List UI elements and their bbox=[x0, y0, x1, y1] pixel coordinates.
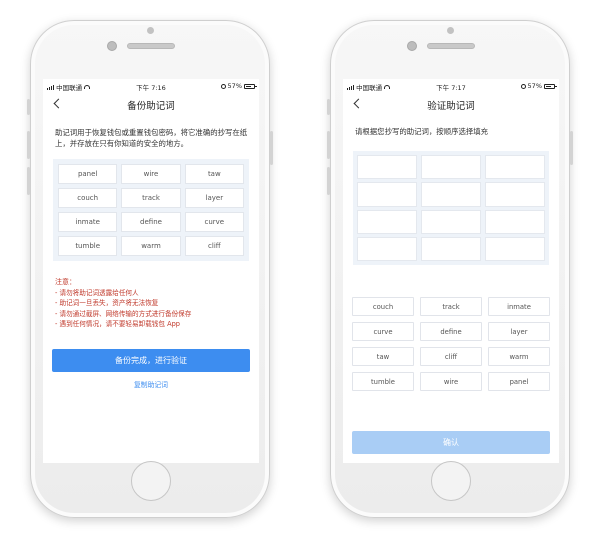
mnemonic-word: warm bbox=[121, 236, 181, 256]
warning-notice: 注意： - 请勿将助记词透露给任何人 - 助记词一旦丢失，资产将无法恢复 - 请… bbox=[55, 277, 249, 329]
word-slot[interactable] bbox=[421, 182, 481, 207]
word-slot[interactable] bbox=[421, 155, 481, 180]
word-choice-button[interactable]: curve bbox=[352, 322, 414, 341]
word-choice-grid: couch track inmate curve define layer ta… bbox=[352, 297, 550, 391]
battery-percent: 57% bbox=[227, 82, 242, 90]
volume-up-button bbox=[327, 131, 330, 159]
word-slot[interactable] bbox=[357, 155, 417, 180]
volume-down-button bbox=[27, 167, 30, 195]
mute-switch bbox=[27, 99, 30, 115]
word-slot[interactable] bbox=[357, 182, 417, 207]
copy-mnemonic-link[interactable]: 复制助记词 bbox=[43, 379, 259, 389]
word-choice-button[interactable]: taw bbox=[352, 347, 414, 366]
earpiece-icon bbox=[427, 43, 475, 49]
word-choice-button[interactable]: track bbox=[420, 297, 482, 316]
battery-percent: 57% bbox=[527, 82, 542, 90]
power-button bbox=[570, 131, 573, 165]
verify-screen: 中国联通 下午 7:17 57% 验证助记词 请根据您抄写的助记词，按顺序选择填… bbox=[343, 79, 559, 463]
word-choice-button[interactable]: panel bbox=[488, 372, 550, 391]
word-slot[interactable] bbox=[485, 155, 545, 180]
verify-instruction-text: 请根据您抄写的助记词，按顺序选择填充 bbox=[355, 127, 489, 136]
word-choice-button[interactable]: tumble bbox=[352, 372, 414, 391]
mnemonic-word: couch bbox=[58, 188, 118, 208]
word-slot[interactable] bbox=[421, 236, 481, 261]
mnemonic-word: cliff bbox=[184, 236, 244, 256]
word-slot[interactable] bbox=[357, 209, 417, 234]
mnemonic-word: layer bbox=[184, 188, 244, 208]
status-battery: 57% bbox=[520, 82, 557, 90]
mnemonic-word: wire bbox=[121, 164, 181, 184]
word-choice-button[interactable]: cliff bbox=[420, 347, 482, 366]
page-title: 备份助记词 bbox=[127, 101, 175, 112]
earpiece-icon bbox=[127, 43, 175, 49]
volume-down-button bbox=[327, 167, 330, 195]
notice-line: - 遇到任何情况，请不要轻易卸载钱包 App bbox=[55, 319, 180, 328]
word-slot[interactable] bbox=[421, 209, 481, 234]
status-bar: 中国联通 下午 7:16 57% bbox=[43, 79, 259, 93]
alarm-icon bbox=[520, 83, 526, 89]
battery-icon bbox=[244, 83, 257, 89]
mnemonic-word: inmate bbox=[58, 212, 118, 232]
mnemonic-word: tumble bbox=[58, 236, 118, 256]
home-button bbox=[431, 461, 471, 501]
power-button bbox=[270, 131, 273, 165]
selected-words-slot-grid bbox=[353, 151, 549, 265]
notice-title: 注意： bbox=[55, 278, 76, 286]
notice-line: - 请勿将助记词透露给任何人 bbox=[55, 289, 139, 298]
backup-done-verify-button[interactable]: 备份完成，进行验证 bbox=[52, 349, 250, 373]
notice-line: - 请勿通过截屏、网络传输的方式进行备份保存 bbox=[55, 309, 192, 318]
mnemonic-word: define bbox=[121, 212, 181, 232]
word-choice-button[interactable]: inmate bbox=[488, 297, 550, 316]
nav-bar: 验证助记词 bbox=[343, 93, 559, 115]
nav-bar: 备份助记词 bbox=[43, 93, 259, 115]
page-title: 验证助记词 bbox=[427, 101, 475, 112]
front-camera-icon bbox=[107, 41, 117, 51]
mute-switch bbox=[327, 99, 330, 115]
word-choice-button[interactable]: define bbox=[420, 322, 482, 341]
word-slot[interactable] bbox=[485, 236, 545, 261]
mnemonic-word-grid: panel wire taw couch track layer inmate … bbox=[53, 159, 249, 261]
mnemonic-word: track bbox=[121, 188, 181, 208]
word-choice-button[interactable]: wire bbox=[420, 372, 482, 391]
word-choice-button[interactable]: warm bbox=[488, 347, 550, 366]
mnemonic-word: curve bbox=[184, 212, 244, 232]
backup-screen: 中国联通 下午 7:16 57% 备份助记词 助记词用于恢复钱包或重置钱包密码，… bbox=[43, 79, 259, 463]
sensor-icon bbox=[147, 27, 154, 34]
word-choice-button[interactable]: couch bbox=[352, 297, 414, 316]
mnemonic-word: taw bbox=[184, 164, 244, 184]
front-camera-icon bbox=[407, 41, 417, 51]
status-bar: 中国联通 下午 7:17 57% bbox=[343, 79, 559, 93]
word-slot[interactable] bbox=[485, 209, 545, 234]
backup-intro-text: 助记词用于恢复钱包或重置钱包密码，将它准确的抄写在纸上，并存放在只有你知道的安全… bbox=[55, 128, 248, 148]
battery-icon bbox=[544, 83, 557, 89]
mnemonic-word: panel bbox=[58, 164, 118, 184]
notice-line: - 助记词一旦丢失，资产将无法恢复 bbox=[55, 299, 159, 308]
confirm-button[interactable]: 确认 bbox=[352, 431, 550, 454]
word-slot[interactable] bbox=[357, 236, 417, 261]
status-battery: 57% bbox=[220, 82, 257, 90]
sensor-icon bbox=[447, 27, 454, 34]
word-slot[interactable] bbox=[485, 182, 545, 207]
phone-frame-verify: 中国联通 下午 7:17 57% 验证助记词 请根据您抄写的助记词，按顺序选择填… bbox=[327, 20, 573, 518]
phone-frame-backup: 中国联通 下午 7:16 57% 备份助记词 助记词用于恢复钱包或重置钱包密码，… bbox=[27, 20, 273, 518]
home-button bbox=[131, 461, 171, 501]
word-choice-button[interactable]: layer bbox=[488, 322, 550, 341]
alarm-icon bbox=[220, 83, 226, 89]
volume-up-button bbox=[27, 131, 30, 159]
